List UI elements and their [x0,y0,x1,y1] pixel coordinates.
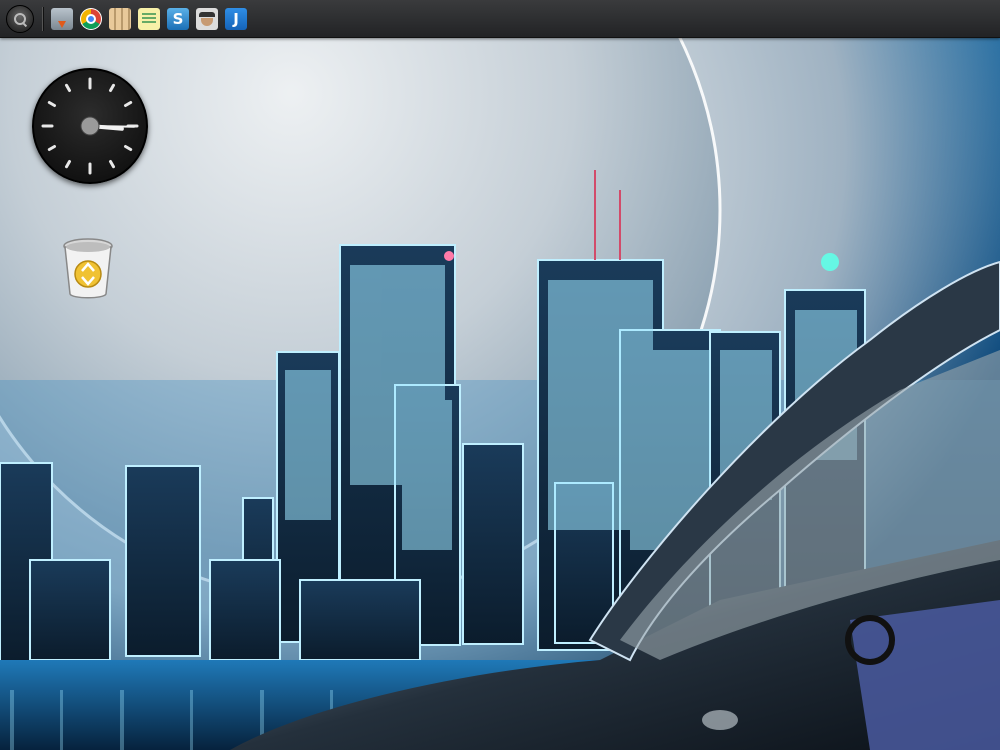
spy-avatar-icon[interactable] [196,7,218,30]
sync-glyph: S [172,9,184,28]
software-installer-icon[interactable] [51,7,73,30]
chrome-browser-icon[interactable] [80,7,102,30]
desktop-wallpaper [0,0,1000,750]
clock-center-cap [80,116,100,136]
top-panel: S J [0,0,1000,38]
app-launcher: S J [51,7,247,30]
panel-separator [42,6,43,31]
j-app-icon[interactable]: J [225,7,247,30]
menu-icon[interactable] [6,4,34,33]
j-app-label: J [233,9,239,28]
notes-icon[interactable] [138,7,160,30]
analog-clock-widget[interactable] [32,68,148,184]
trash-icon[interactable] [60,236,116,302]
search-ring-icon [14,12,26,25]
sync-icon[interactable]: S [167,7,189,30]
trash-can-graphic [63,238,113,299]
chrome-logo-icon [81,8,101,29]
city-night-scene [0,0,1000,750]
map-icon[interactable] [109,7,131,30]
clock-face [41,77,139,175]
